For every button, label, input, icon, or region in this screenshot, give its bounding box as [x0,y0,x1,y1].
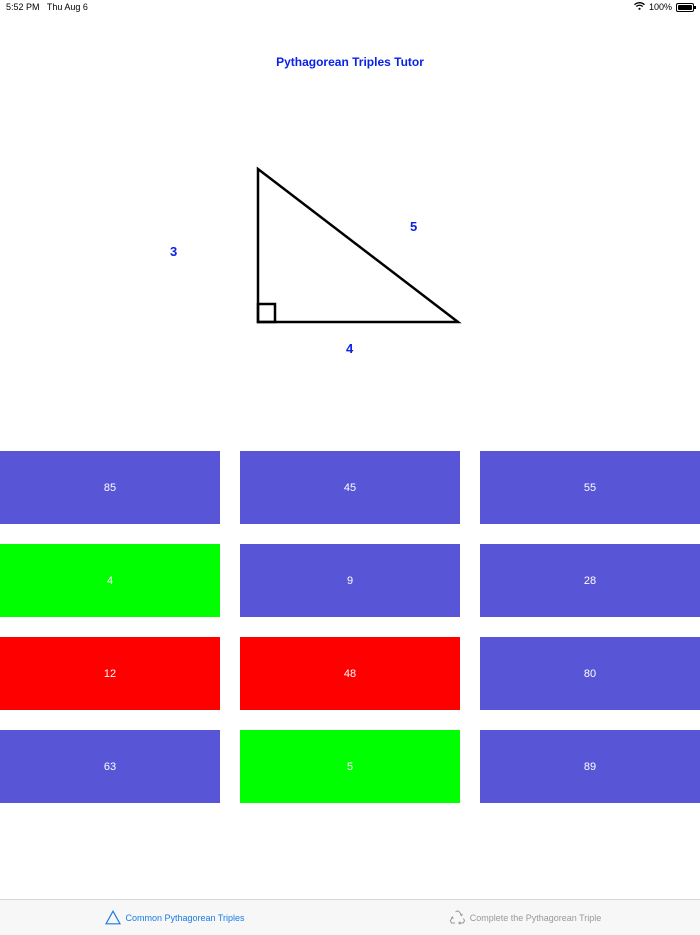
tab-bar: Common Pythagorean Triples Complete the … [0,899,700,935]
triangle-shape [256,166,462,324]
right-triangle-diagram [256,166,462,324]
answer-tile-button[interactable]: 12 [0,637,220,710]
tab-label: Common Pythagorean Triples [125,912,245,923]
answer-tile-button[interactable]: 48 [240,637,460,710]
tab-common-triples[interactable]: Common Pythagorean Triples [0,910,350,925]
side-label-b: 4 [346,341,354,356]
answer-grid: 85 45 55 4 9 28 12 48 80 63 5 89 [0,451,700,803]
side-label-c: 5 [410,219,418,234]
answer-tile-button[interactable]: 4 [0,544,220,617]
answer-tile-button[interactable]: 45 [240,451,460,524]
answer-tile-button[interactable]: 55 [480,451,700,524]
triangle-icon [105,910,122,925]
answer-tile-button[interactable]: 85 [0,451,220,524]
answer-tile-button[interactable]: 5 [240,730,460,803]
answer-tile-button[interactable]: 28 [480,544,700,617]
answer-tile-button[interactable]: 89 [480,730,700,803]
tab-complete-triple[interactable]: Complete the Pythagorean Triple [350,910,700,925]
answer-tile-button[interactable]: 9 [240,544,460,617]
recycle-icon [449,910,466,925]
right-angle-marker [256,302,277,324]
answer-tile-button[interactable]: 80 [480,637,700,710]
tab-label: Complete the Pythagorean Triple [469,912,602,923]
side-label-a: 3 [170,244,178,259]
answer-tile-button[interactable]: 63 [0,730,220,803]
